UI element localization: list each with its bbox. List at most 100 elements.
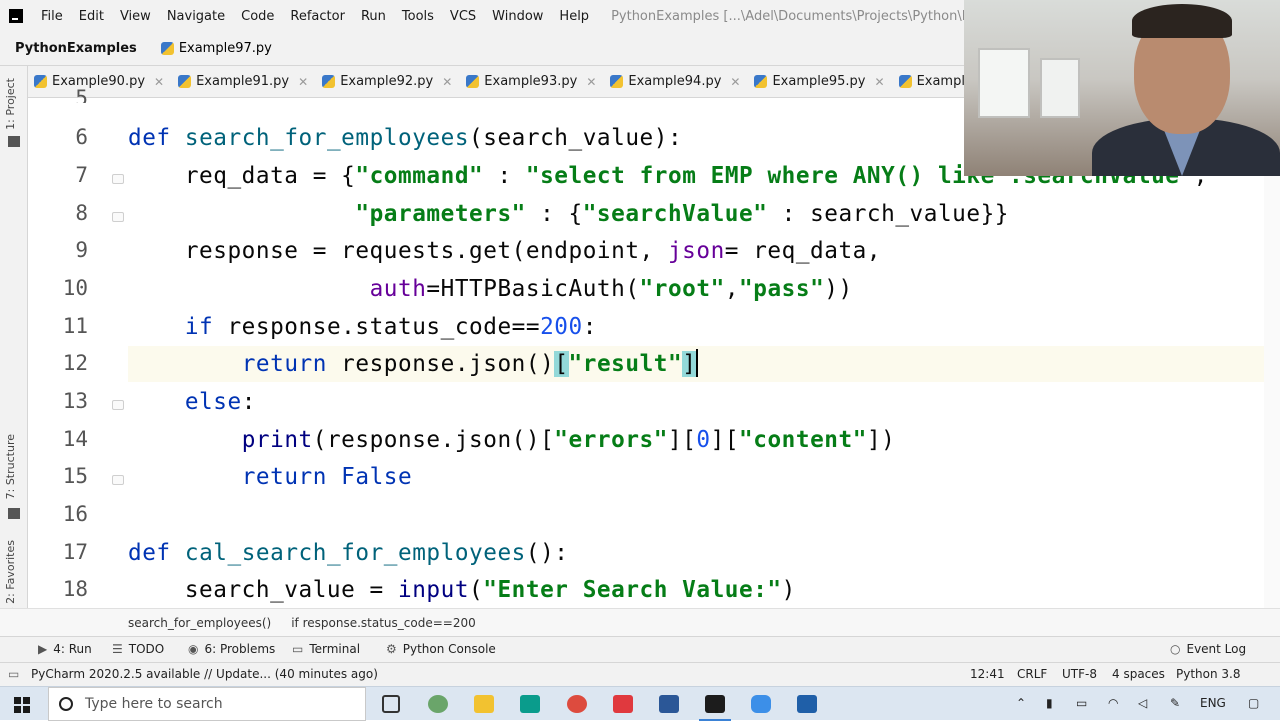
zoom-icon[interactable] (751, 695, 771, 713)
tab-example93[interactable]: Example93.py ✕ (460, 66, 604, 98)
tab-example91[interactable]: Example91.py ✕ (172, 66, 316, 98)
breadcrumb-if[interactable]: if response.status_code==200 (291, 616, 476, 630)
problems-icon: ◉ (188, 642, 199, 656)
close-icon[interactable]: ✕ (442, 75, 452, 89)
code-line: def search_for_employees(search_value): (128, 125, 683, 151)
run-label: 4: Run (53, 642, 92, 656)
project-tool-label[interactable]: 1: Project (4, 78, 17, 130)
taskbar-search[interactable]: Type here to search (48, 687, 366, 721)
editor-gutter: 5 6 7 8 9 10 11 12 13 14 15 16 17 18 (28, 89, 128, 608)
file-encoding[interactable]: UTF-8 (1062, 667, 1097, 681)
app-icon[interactable] (428, 695, 448, 713)
pen-icon[interactable]: ✎ (1170, 696, 1180, 710)
python-file-icon (466, 75, 480, 88)
fold-marker-icon[interactable] (112, 212, 124, 222)
python-console-button[interactable]: ⚙ Python Console (386, 642, 496, 656)
menu-code[interactable]: Code (233, 9, 282, 24)
python-interpreter[interactable]: Python 3.8 (1176, 667, 1241, 681)
menu-window[interactable]: Window (484, 9, 551, 24)
volume-icon[interactable]: ◁ (1138, 696, 1147, 710)
indent-setting[interactable]: 4 spaces (1112, 667, 1165, 681)
run-tool-button[interactable]: ▶ 4: Run (38, 642, 92, 656)
menu-tools[interactable]: Tools (394, 9, 442, 24)
tray-icon[interactable]: ▮ (1046, 696, 1053, 710)
chevron-up-icon[interactable]: ⌃ (1016, 696, 1026, 710)
line-number: 13 (62, 389, 88, 413)
fold-marker-icon[interactable] (112, 475, 124, 485)
menu-run[interactable]: Run (353, 9, 394, 24)
pycharm-logo-icon (9, 9, 23, 23)
chrome-icon[interactable] (567, 695, 587, 713)
tab-label: Example91.py (196, 74, 290, 89)
close-icon[interactable]: ✕ (730, 75, 740, 89)
update-message[interactable]: PyCharm 2020.2.5 available // Update... … (31, 667, 378, 681)
menu-edit[interactable]: Edit (71, 9, 112, 24)
fold-marker-icon[interactable] (112, 400, 124, 410)
tab-example94[interactable]: Example94.py ✕ (604, 66, 748, 98)
webcam-background (978, 48, 1030, 118)
line-number-current: 12 (62, 351, 88, 375)
problems-label: 6: Problems (204, 642, 276, 656)
menu-view[interactable]: View (112, 9, 159, 24)
python-file-icon (610, 75, 624, 88)
menu-navigate[interactable]: Navigate (159, 9, 233, 24)
close-icon[interactable]: ✕ (298, 75, 308, 89)
python-file-icon (322, 75, 336, 88)
battery-icon[interactable]: ▭ (1076, 696, 1087, 710)
play-icon: ▶ (38, 642, 48, 656)
language-indicator[interactable]: ENG (1200, 696, 1226, 710)
menu-file[interactable]: File (33, 9, 71, 24)
notifications-icon[interactable]: ▢ (1248, 696, 1259, 710)
caret-position[interactable]: 12:41 (970, 667, 1005, 681)
status-window-icon[interactable]: ▭ (8, 667, 19, 681)
event-log-button[interactable]: ○ Event Log (1170, 642, 1246, 656)
code-line: if response.status_code==200: (184, 314, 597, 340)
tab-example92[interactable]: Example92.py ✕ (316, 66, 460, 98)
todo-label: TODO (128, 642, 165, 656)
code-line: return False (241, 464, 413, 490)
folder-icon[interactable] (8, 136, 20, 147)
line-number: 9 (75, 238, 88, 262)
console-label: Python Console (402, 642, 496, 656)
editor-tabs: Example90.py ✕ Example91.py ✕ Example92.py… (28, 66, 1010, 98)
menu-vcs[interactable]: VCS (442, 9, 484, 24)
line-separator[interactable]: CRLF (1017, 667, 1047, 681)
breadcrumb-file[interactable]: Example97.py (179, 41, 272, 56)
python-file-icon (178, 75, 192, 88)
audition-icon[interactable] (520, 695, 540, 713)
windows-start-icon[interactable] (14, 697, 30, 713)
close-icon[interactable]: ✕ (586, 75, 596, 89)
powershell-icon[interactable] (797, 695, 817, 713)
tab-label: Example95.py (772, 74, 866, 89)
favorites-tool-label[interactable]: 2: Favorites (4, 540, 17, 604)
word-icon[interactable] (659, 695, 679, 713)
line-number: 8 (75, 201, 88, 225)
close-icon[interactable]: ✕ (154, 75, 164, 89)
breadcrumb-project[interactable]: PythonExamples (15, 41, 137, 56)
task-view-icon[interactable] (382, 695, 400, 713)
todo-tool-button[interactable]: ☰ TODO (112, 642, 164, 656)
structure-icon[interactable] (8, 508, 20, 519)
network-icon[interactable]: ◠ (1108, 696, 1118, 710)
status-bar: ▭ PyCharm 2020.2.5 available // Update..… (0, 662, 1280, 686)
fold-marker-icon[interactable] (112, 174, 124, 184)
file-explorer-icon[interactable] (474, 695, 494, 713)
code-line: search_value = input("Enter Search Value… (128, 577, 796, 603)
python-file-icon (160, 42, 174, 55)
problems-tool-button[interactable]: ◉ 6: Problems (188, 642, 275, 656)
webcam-overlay (964, 0, 1280, 176)
menu-refactor[interactable]: Refactor (282, 9, 353, 24)
close-icon[interactable]: ✕ (875, 75, 885, 89)
search-placeholder: Type here to search (85, 696, 223, 712)
line-number: 18 (62, 577, 88, 601)
structure-tool-label[interactable]: 7: Structure (4, 434, 17, 499)
event-log-label: Event Log (1186, 642, 1247, 656)
event-log-icon: ○ (1170, 642, 1181, 656)
breadcrumb-function[interactable]: search_for_employees() (128, 616, 271, 630)
code-line: response = requests.get(endpoint, json= … (128, 238, 882, 264)
vivaldi-icon[interactable] (613, 695, 633, 713)
terminal-tool-button[interactable]: ▭ Terminal (292, 642, 360, 656)
tab-example95[interactable]: Example95.py ✕ (748, 66, 892, 98)
pycharm-taskbar-icon[interactable] (699, 695, 731, 721)
menu-help[interactable]: Help (551, 9, 597, 24)
